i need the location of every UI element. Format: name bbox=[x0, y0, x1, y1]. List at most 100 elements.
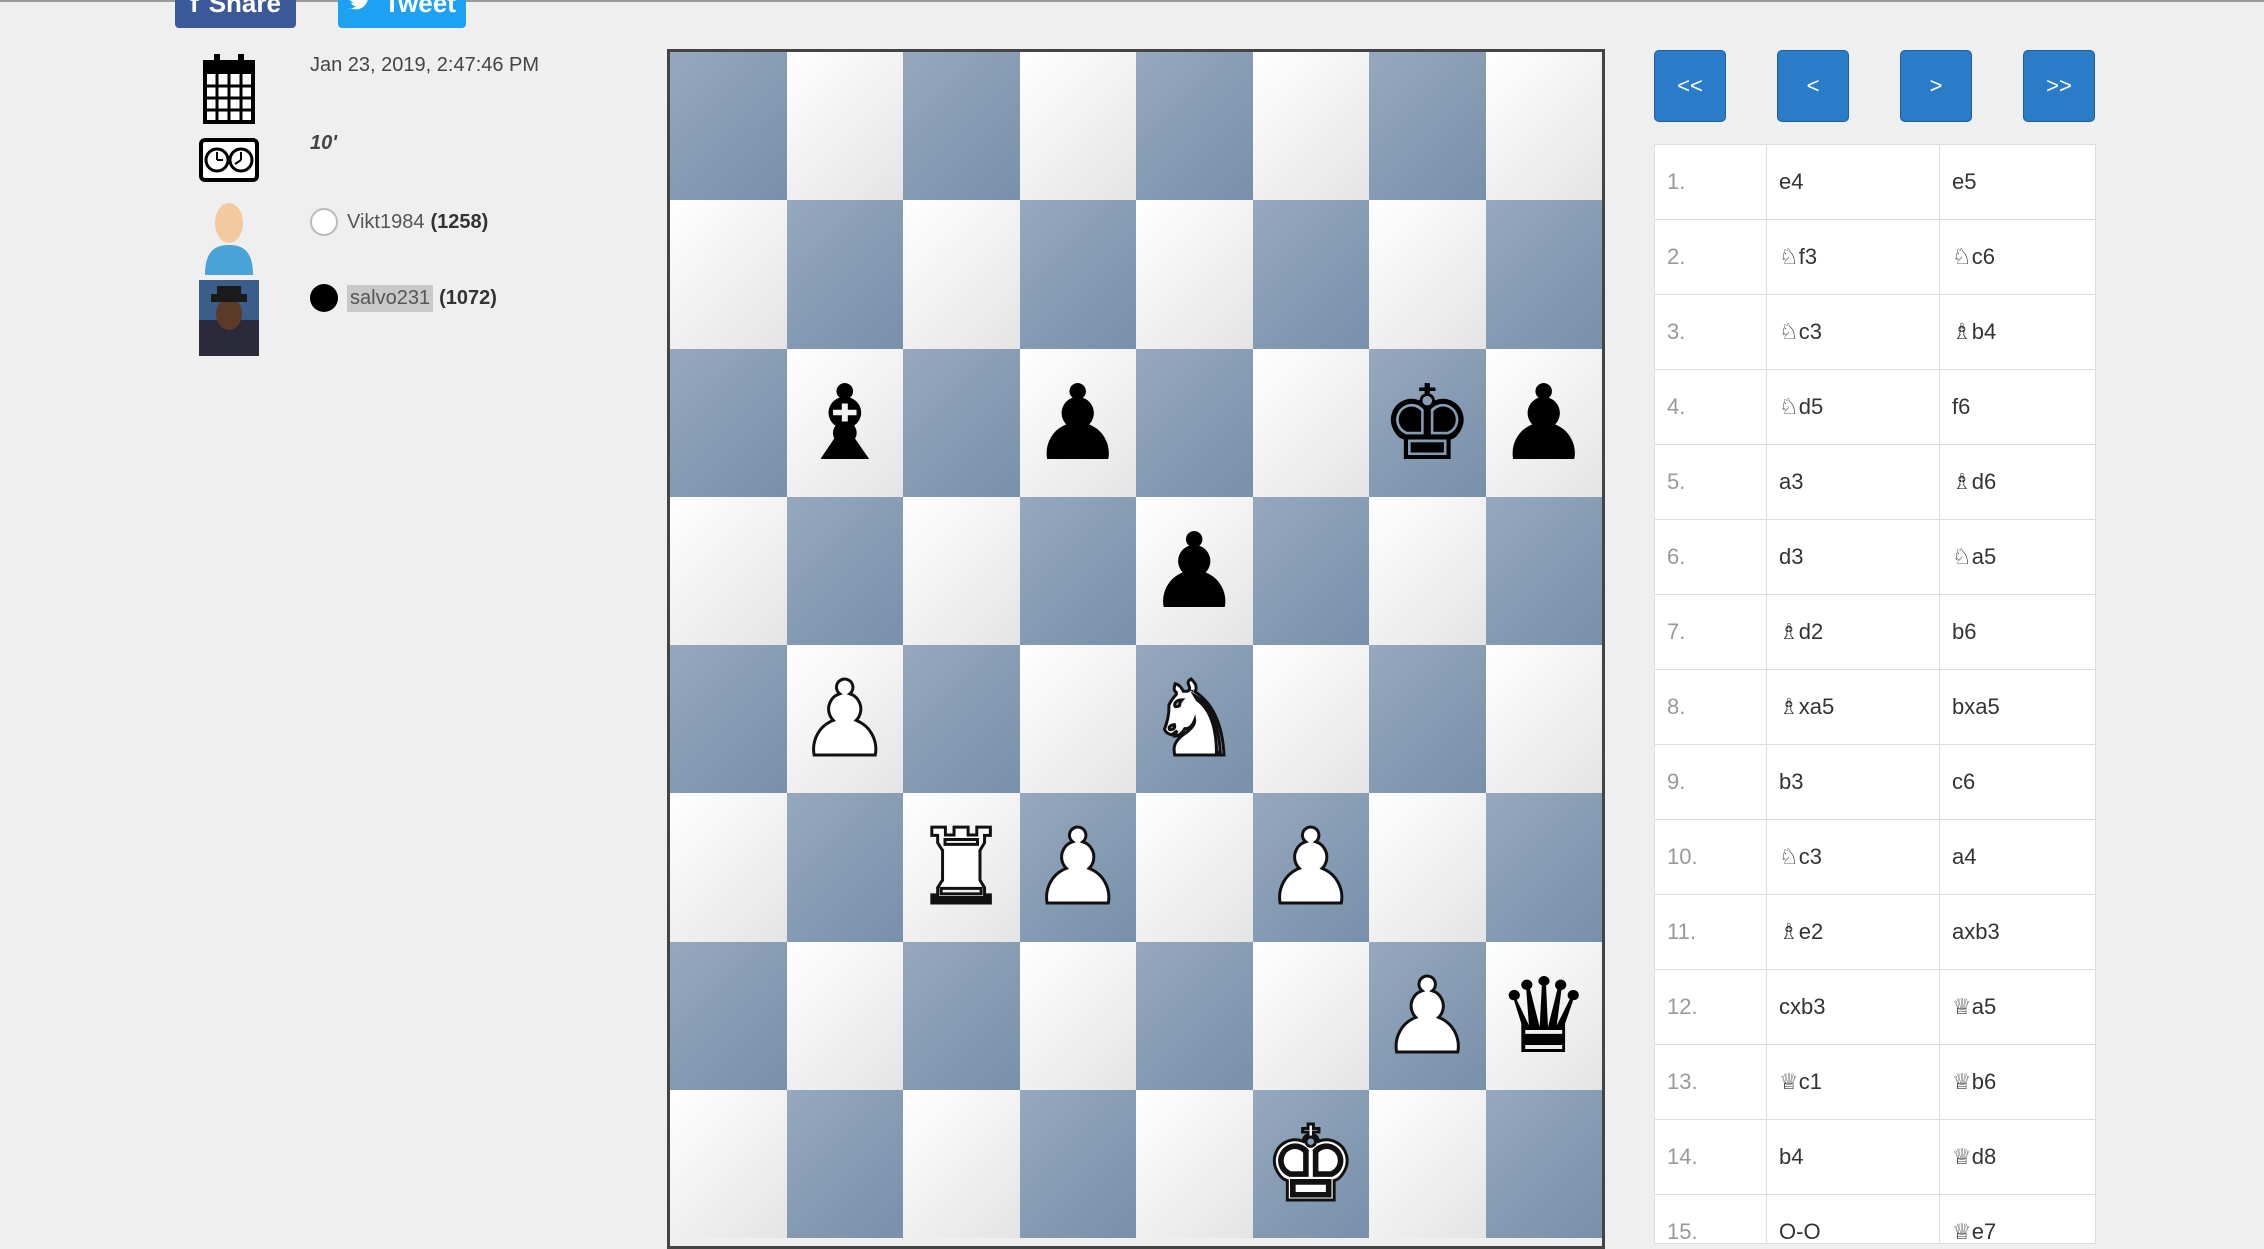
square-h4[interactable] bbox=[1485, 645, 1602, 794]
square-f2[interactable] bbox=[1252, 941, 1369, 1090]
square-e2[interactable] bbox=[1136, 941, 1253, 1090]
square-f6[interactable] bbox=[1252, 348, 1369, 497]
square-c5[interactable] bbox=[903, 496, 1020, 645]
black-move[interactable]: ♕a5 bbox=[1940, 970, 2095, 1044]
square-e6[interactable] bbox=[1136, 348, 1253, 497]
white-rook-icon[interactable]: ♜ bbox=[913, 814, 1009, 921]
square-a3[interactable] bbox=[670, 793, 787, 942]
black-move[interactable]: ♕d8 bbox=[1940, 1120, 2095, 1194]
square-b6[interactable]: ♝ bbox=[786, 348, 903, 497]
white-move[interactable]: b3 bbox=[1767, 745, 1940, 819]
tweet-button[interactable]: Tweet bbox=[338, 0, 466, 28]
square-a4[interactable] bbox=[670, 645, 787, 794]
white-move[interactable]: a3 bbox=[1767, 445, 1940, 519]
square-d6[interactable]: ♟ bbox=[1019, 348, 1136, 497]
square-a8[interactable] bbox=[670, 52, 787, 201]
square-g4[interactable] bbox=[1369, 645, 1486, 794]
white-move[interactable]: ♗e2 bbox=[1767, 895, 1940, 969]
square-a6[interactable] bbox=[670, 348, 787, 497]
square-e4[interactable]: ♞ bbox=[1136, 645, 1253, 794]
black-pawn-icon[interactable]: ♟ bbox=[1497, 371, 1590, 475]
square-h3[interactable] bbox=[1485, 793, 1602, 942]
black-move[interactable]: c6 bbox=[1940, 745, 2095, 819]
black-move[interactable]: ♕b6 bbox=[1940, 1045, 2095, 1119]
black-bishop-icon[interactable]: ♝ bbox=[798, 371, 891, 475]
black-move[interactable]: ♗d6 bbox=[1940, 445, 2095, 519]
square-f4[interactable] bbox=[1252, 645, 1369, 794]
square-h2[interactable]: ♛ bbox=[1485, 941, 1602, 1090]
square-c3[interactable]: ♜ bbox=[903, 793, 1020, 942]
white-pawn-icon[interactable]: ♟ bbox=[1030, 814, 1126, 921]
square-h1[interactable] bbox=[1485, 1089, 1602, 1238]
white-move[interactable]: d3 bbox=[1767, 520, 1940, 594]
square-c6[interactable] bbox=[903, 348, 1020, 497]
square-a1[interactable] bbox=[670, 1089, 787, 1238]
square-g7[interactable] bbox=[1369, 200, 1486, 349]
chess-board[interactable]: ♝ ♟ ♚ ♟ ♟ ♟ ♞ ♜ ♟ ♟ ♟ ♛ ♚ bbox=[667, 49, 1605, 1249]
black-move[interactable]: ♗b4 bbox=[1940, 295, 2095, 369]
square-b5[interactable] bbox=[786, 496, 903, 645]
black-move[interactable]: b6 bbox=[1940, 595, 2095, 669]
square-h7[interactable] bbox=[1485, 200, 1602, 349]
square-f1[interactable]: ♚ bbox=[1252, 1089, 1369, 1238]
square-b2[interactable] bbox=[786, 941, 903, 1090]
square-g2[interactable]: ♟ bbox=[1369, 941, 1486, 1090]
square-g6[interactable]: ♚ bbox=[1369, 348, 1486, 497]
square-d7[interactable] bbox=[1019, 200, 1136, 349]
square-b8[interactable] bbox=[786, 52, 903, 201]
white-move[interactable]: e4 bbox=[1767, 145, 1940, 219]
square-f5[interactable] bbox=[1252, 496, 1369, 645]
square-h6[interactable]: ♟ bbox=[1485, 348, 1602, 497]
square-g5[interactable] bbox=[1369, 496, 1486, 645]
square-c7[interactable] bbox=[903, 200, 1020, 349]
black-move[interactable]: ♘c6 bbox=[1940, 220, 2095, 294]
square-a7[interactable] bbox=[670, 200, 787, 349]
square-d3[interactable]: ♟ bbox=[1019, 793, 1136, 942]
square-b4[interactable]: ♟ bbox=[786, 645, 903, 794]
white-king-icon[interactable]: ♚ bbox=[1263, 1110, 1359, 1217]
square-g1[interactable] bbox=[1369, 1089, 1486, 1238]
white-pawn-icon[interactable]: ♟ bbox=[797, 666, 893, 773]
white-move[interactable]: ♘d5 bbox=[1767, 370, 1940, 444]
previous-move-button[interactable]: < bbox=[1777, 50, 1849, 122]
black-player-name[interactable]: salvo231 bbox=[347, 284, 434, 312]
square-a2[interactable] bbox=[670, 941, 787, 1090]
square-e3[interactable] bbox=[1136, 793, 1253, 942]
white-move[interactable]: ♗d2 bbox=[1767, 595, 1940, 669]
square-c2[interactable] bbox=[903, 941, 1020, 1090]
square-h8[interactable] bbox=[1485, 52, 1602, 201]
square-d4[interactable] bbox=[1019, 645, 1136, 794]
first-move-button[interactable]: << bbox=[1654, 50, 1726, 122]
square-b7[interactable] bbox=[786, 200, 903, 349]
white-move[interactable]: O-O bbox=[1767, 1195, 1940, 1243]
square-g8[interactable] bbox=[1369, 52, 1486, 201]
black-pawn-icon[interactable]: ♟ bbox=[1031, 371, 1124, 475]
square-c4[interactable] bbox=[903, 645, 1020, 794]
square-b1[interactable] bbox=[786, 1089, 903, 1238]
black-king-icon[interactable]: ♚ bbox=[1381, 371, 1474, 475]
white-move[interactable]: cxb3 bbox=[1767, 970, 1940, 1044]
square-e7[interactable] bbox=[1136, 200, 1253, 349]
square-g3[interactable] bbox=[1369, 793, 1486, 942]
white-move[interactable]: ♗xa5 bbox=[1767, 670, 1940, 744]
square-d8[interactable] bbox=[1019, 52, 1136, 201]
white-move[interactable]: ♕c1 bbox=[1767, 1045, 1940, 1119]
square-b3[interactable] bbox=[786, 793, 903, 942]
white-move[interactable]: ♘f3 bbox=[1767, 220, 1940, 294]
white-knight-icon[interactable]: ♞ bbox=[1146, 666, 1242, 773]
square-a5[interactable] bbox=[670, 496, 787, 645]
white-move[interactable]: ♘c3 bbox=[1767, 295, 1940, 369]
white-pawn-icon[interactable]: ♟ bbox=[1379, 962, 1475, 1069]
square-c1[interactable] bbox=[903, 1089, 1020, 1238]
black-move[interactable]: f6 bbox=[1940, 370, 2095, 444]
black-pawn-icon[interactable]: ♟ bbox=[1148, 519, 1241, 623]
black-move[interactable]: bxa5 bbox=[1940, 670, 2095, 744]
square-d2[interactable] bbox=[1019, 941, 1136, 1090]
square-e1[interactable] bbox=[1136, 1089, 1253, 1238]
white-pawn-icon[interactable]: ♟ bbox=[1263, 814, 1359, 921]
black-move[interactable]: ♘a5 bbox=[1940, 520, 2095, 594]
square-h5[interactable] bbox=[1485, 496, 1602, 645]
facebook-share-button[interactable]: f Share bbox=[175, 0, 296, 28]
square-f3[interactable]: ♟ bbox=[1252, 793, 1369, 942]
white-move[interactable]: ♘c3 bbox=[1767, 820, 1940, 894]
